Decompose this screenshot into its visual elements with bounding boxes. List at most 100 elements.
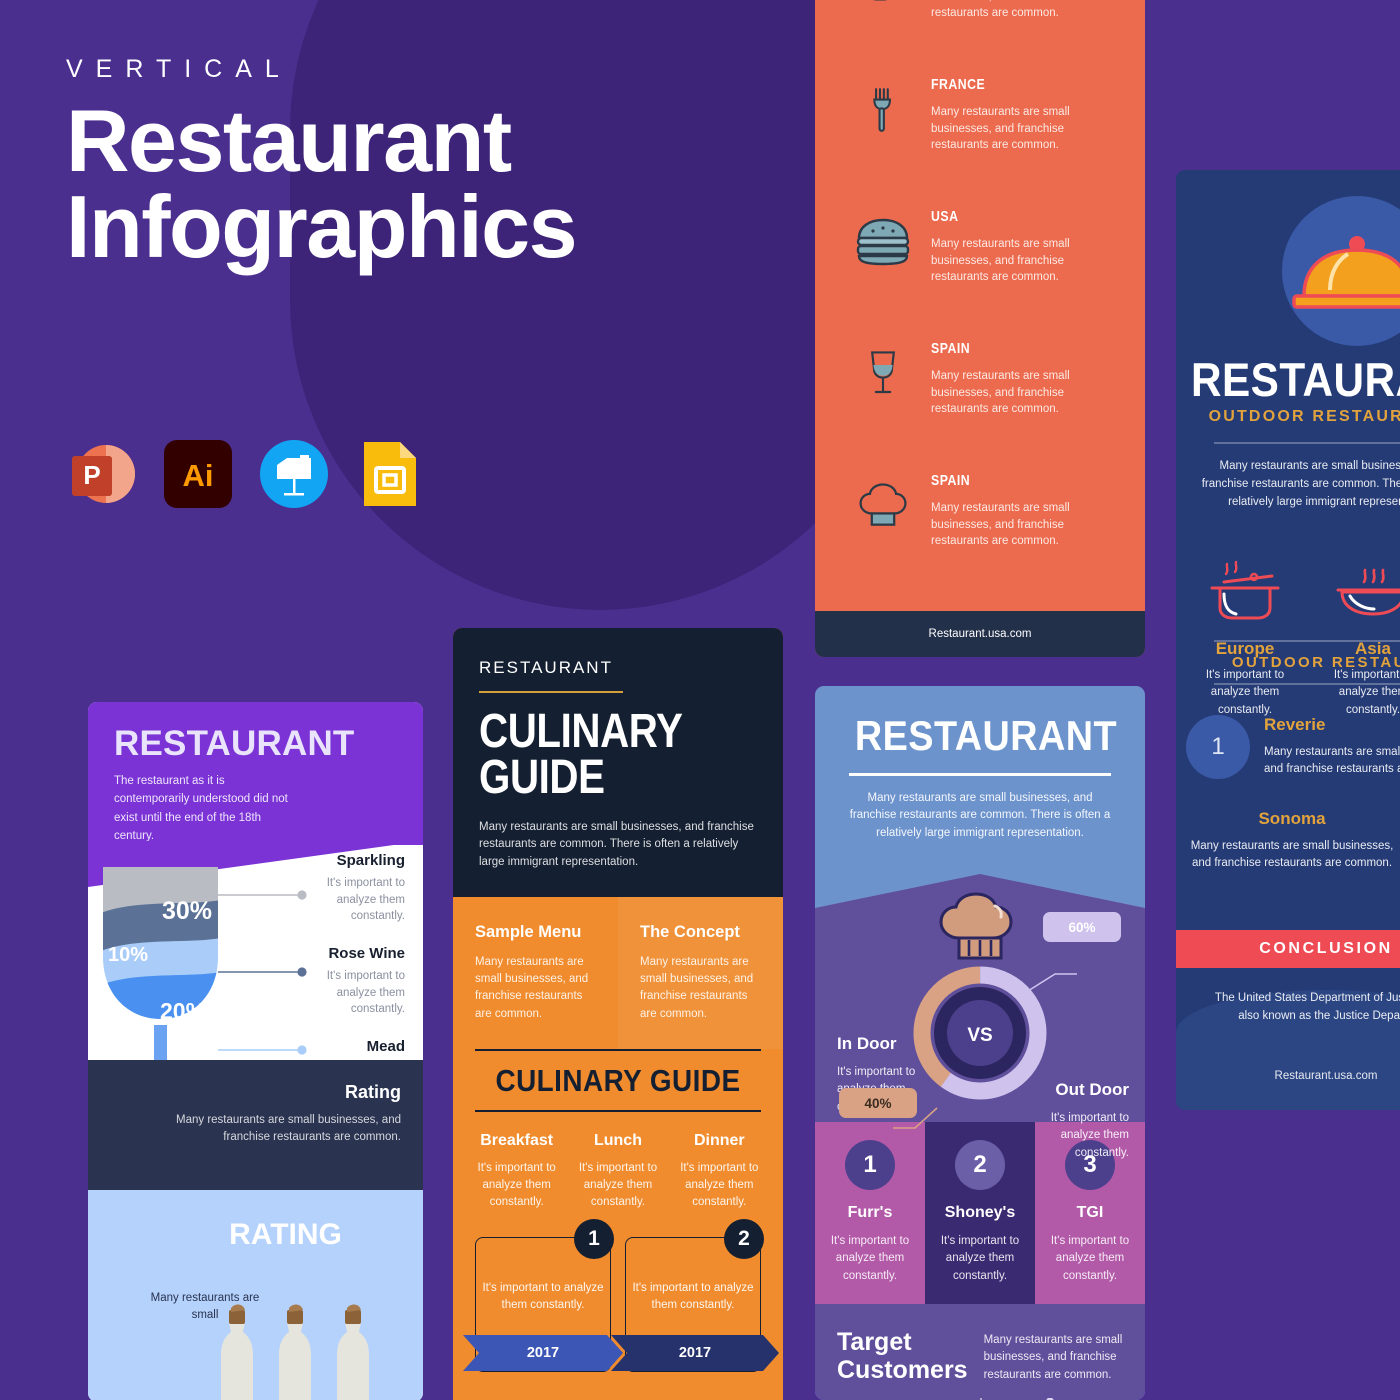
target-body: Many restaurants are small businesses, a… <box>983 1334 1123 1381</box>
brand-name: Furr's <box>847 1204 893 1221</box>
chart-label-20: 20% <box>160 998 206 1024</box>
legend-item-rose-wine: Rose Wine It's important to analyze them… <box>295 945 405 1018</box>
navy-lede: Many restaurants are small businesses, a… <box>1201 460 1400 508</box>
powerpoint-icon[interactable]: P <box>66 438 138 510</box>
entry-body: Many restaurants are small businesses, a… <box>1190 840 1394 870</box>
entry-number: 1 <box>1186 715 1250 779</box>
culinary-column-the-concept: The Concept Many restaurants are small b… <box>618 896 783 1049</box>
column-body: Many restaurants are small businesses, a… <box>475 955 589 1020</box>
brand-name: TGI <box>1076 1204 1104 1221</box>
wok-icon <box>1336 568 1400 616</box>
legend-item-sparkling: Sparkling It's important to analyze them… <box>295 852 405 925</box>
doors-lede: Many restaurants are small businesses, a… <box>849 791 1111 840</box>
country-desc: Many restaurants are small businesses, a… <box>931 0 1064 20</box>
cooking-pot-icon <box>1210 560 1280 620</box>
out-door-block: Out Door It's important to analyze them … <box>1024 1080 1129 1162</box>
country-name: SPAIN <box>931 340 971 357</box>
keynote-icon[interactable] <box>258 438 330 510</box>
rating-heading: Rating <box>345 1082 401 1102</box>
hero-kicker: VERTICAL <box>66 55 292 83</box>
step-body: It's important to analyze them constantl… <box>482 1281 604 1312</box>
chart-label-10: 10% <box>108 944 148 966</box>
step-body: It's important to analyze them constantl… <box>632 1281 754 1312</box>
burger-icon <box>835 194 931 290</box>
meal-lunch: Lunch It's important to analyze them con… <box>570 1132 665 1211</box>
svg-text:P: P <box>83 460 100 490</box>
conclusion-banner: CONCLUSION <box>1176 930 1400 968</box>
wine-restaurant-panel: RESTAURANT The restaurant as it is conte… <box>88 702 423 1400</box>
country-name: USA <box>931 208 959 225</box>
step-number: 1 <box>574 1218 614 1259</box>
brand-body: It's important to analyze them constantl… <box>940 1235 1020 1282</box>
country-desc: Many restaurants are small businesses, a… <box>931 502 1070 548</box>
meal-breakfast: Breakfast It's important to analyze them… <box>469 1132 564 1211</box>
svg-text:Ai: Ai <box>183 458 214 493</box>
doors-rule <box>849 773 1111 776</box>
target-heading-line2: Customers <box>837 1356 968 1384</box>
infographic-showcase: VERTICAL Restaurant Infographics P Ai re… <box>0 0 1400 1400</box>
culinary-header: RESTAURANT CULINARY GUIDE Many restauran… <box>453 628 783 897</box>
column-heading: The Concept <box>640 922 740 941</box>
page-title: RESTAURANT <box>114 724 355 763</box>
list-item: FRANCE Many restaurants are small busine… <box>815 62 1145 194</box>
entry-name: Sonoma <box>1258 809 1326 828</box>
wine-glass-icon <box>835 326 931 422</box>
meals-row: Breakfast It's important to analyze them… <box>453 1112 783 1211</box>
hero-block: VERTICAL Restaurant Infographics <box>66 55 726 271</box>
band-title: OUTDOOR RESTAURANT <box>1231 654 1400 671</box>
conclusion-body: The United States Department of Justice … <box>1214 992 1400 1022</box>
out-door-heading: Out Door <box>1055 1080 1129 1099</box>
countries-panel: GERMANY Many restaurants are small busin… <box>815 0 1145 657</box>
page-subtitle: OUTDOOR RESTAURANT <box>1208 408 1400 425</box>
entry-body: Many restaurants are small businesses, a… <box>1264 746 1400 776</box>
culinary-guide-panel: RESTAURANT CULINARY GUIDE Many restauran… <box>453 628 783 1400</box>
wine-bottom-band: RATING Many restaurants are small <box>88 1190 423 1400</box>
footer-url[interactable]: Restaurant.usa.com <box>929 628 1032 640</box>
band-rule-bottom <box>1214 683 1400 685</box>
list-item: GERMANY Many restaurants are small busin… <box>815 0 1145 62</box>
step-number: 2 <box>724 1218 764 1259</box>
wine-rating-band: Rating Many restaurants are small busine… <box>88 1060 423 1190</box>
culinary-columns: Sample Menu Many restaurants are small b… <box>453 896 783 1049</box>
steps-row: 1 It's important to analyze them constan… <box>453 1211 783 1372</box>
illustrator-icon[interactable]: Ai <box>162 438 234 510</box>
culinary-column-sample-menu: Sample Menu Many restaurants are small b… <box>453 897 618 1049</box>
legend-body: It's important to analyze them constantl… <box>326 970 405 1016</box>
target-heading-line1: Target <box>837 1328 912 1356</box>
app-format-icons: P Ai <box>66 438 426 510</box>
bottle-rating-icons <box>221 1304 369 1400</box>
in-door-heading: In Door <box>837 1034 897 1053</box>
meal-body: It's important to analyze them constantl… <box>578 1161 658 1208</box>
outdoor-band: OUTDOOR RESTAURANT <box>1214 640 1400 685</box>
wine-lede: The restaurant as it is contemporarily u… <box>114 775 288 843</box>
in-door-percentage-pill: 40% <box>839 1088 917 1118</box>
meal-name: Breakfast <box>480 1131 554 1149</box>
country-name: FRANCE <box>931 76 986 93</box>
navy-rule <box>1214 442 1400 444</box>
page-title: RESTAURANT <box>854 712 1117 759</box>
column-body: Many restaurants are small businesses, a… <box>640 955 754 1020</box>
country-desc: Many restaurants are small businesses, a… <box>931 238 1070 284</box>
entry-name: Reverie <box>1264 715 1326 734</box>
target-customers-block: Target Customers Many restaurants are sm… <box>815 1304 1145 1400</box>
meal-body: It's important to analyze them constantl… <box>477 1161 556 1208</box>
country-name: SPAIN <box>931 472 971 489</box>
wine-header: RESTAURANT The restaurant as it is conte… <box>88 702 423 887</box>
meal-dinner: Dinner It's important to analyze them co… <box>672 1132 767 1211</box>
country-desc: Many restaurants are small businesses, a… <box>931 370 1070 416</box>
bottom-heading: RATING <box>229 1218 342 1251</box>
page-title: RESTAURANT <box>1191 353 1400 406</box>
meal-body: It's important to analyze them constantl… <box>680 1161 759 1208</box>
brand-name: Shoney's <box>944 1204 1016 1221</box>
culinary-title-line2: GUIDE <box>479 751 605 805</box>
doors-header: RESTAURANT Many restaurants are small bu… <box>815 686 1145 843</box>
band-title: CULINARY GUIDE <box>495 1062 741 1098</box>
navy-footer-url[interactable]: Restaurant.usa.com <box>1176 1070 1400 1082</box>
culinary-eyebrow: RESTAURANT <box>479 658 613 677</box>
culinary-rule <box>479 691 623 693</box>
chef-hat-icon <box>835 458 931 554</box>
entry-reverie: 1 Reverie Many restaurants are small bus… <box>1186 715 1400 779</box>
fork-icon <box>835 62 931 158</box>
google-slides-icon[interactable] <box>354 438 426 510</box>
beer-mug-icon <box>835 0 931 26</box>
